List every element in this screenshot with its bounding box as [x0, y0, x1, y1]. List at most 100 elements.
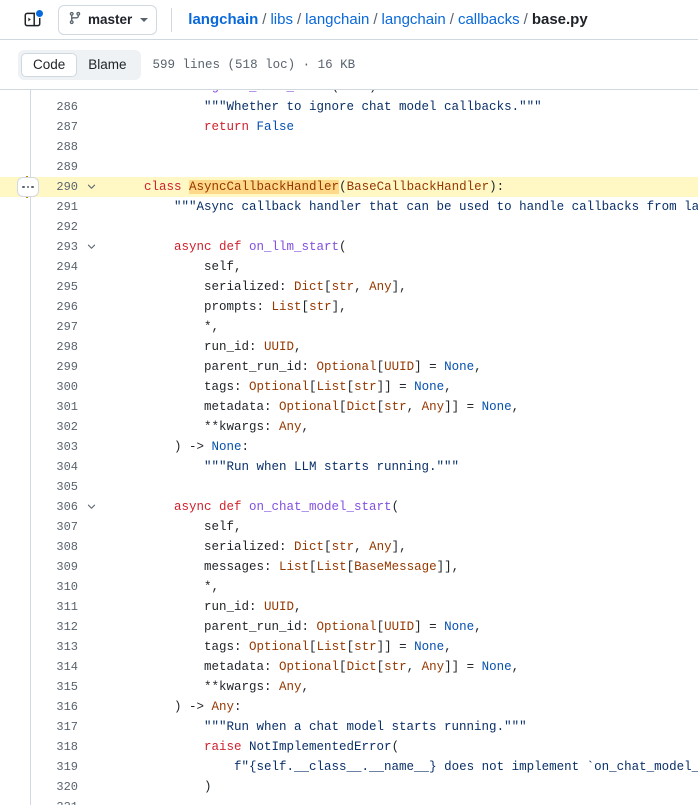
code-line: 297 *, [0, 317, 698, 337]
code-token: raise [204, 740, 249, 754]
line-number[interactable]: 303 [44, 437, 80, 457]
code-token: metadata: [114, 660, 279, 674]
code-token: """Run when a chat model starts running.… [204, 720, 527, 734]
line-number[interactable]: 310 [44, 577, 80, 597]
code-token: None [414, 640, 444, 654]
line-number[interactable]: 295 [44, 277, 80, 297]
line-number[interactable]: 314 [44, 657, 80, 677]
code-line: 312 parent_run_id: Optional[UUID] = None… [0, 617, 698, 637]
code-token: Dict [294, 280, 324, 294]
line-number[interactable]: 309 [44, 557, 80, 577]
code-token: [ [377, 400, 385, 414]
line-number[interactable]: 302 [44, 417, 80, 437]
line-number[interactable]: 297 [44, 317, 80, 337]
line-number[interactable]: 286 [44, 97, 80, 117]
breadcrumb-item-repo[interactable]: langchain [188, 11, 258, 28]
line-number[interactable]: 315 [44, 677, 80, 697]
line-number[interactable]: 287 [44, 117, 80, 137]
line-number[interactable]: 288 [44, 137, 80, 157]
line-number[interactable]: 317 [44, 717, 80, 737]
line-number[interactable]: 308 [44, 537, 80, 557]
line-number[interactable]: 299 [44, 357, 80, 377]
code-line-content: ) -> Any: [102, 697, 698, 717]
sidebar-expand-icon[interactable] [18, 6, 46, 34]
code-token: None [212, 440, 242, 454]
line-number[interactable]: 321 [44, 797, 80, 805]
line-gutter-marker [0, 277, 44, 297]
line-actions-kebab-icon[interactable] [17, 177, 39, 197]
line-gutter-marker [0, 737, 44, 757]
code-token: List [317, 380, 347, 394]
tab-code[interactable]: Code [21, 53, 77, 77]
line-number[interactable]: 307 [44, 517, 80, 537]
breadcrumb-item-langchain-1[interactable]: langchain [305, 11, 369, 28]
code-line-content: serialized: Dict[str, Any], [102, 277, 698, 297]
line-number[interactable]: 305 [44, 477, 80, 497]
line-number[interactable]: 319 [44, 757, 80, 777]
breadcrumb-item-libs[interactable]: libs [270, 11, 293, 28]
code-token: Optional [317, 360, 377, 374]
line-gutter-marker [0, 757, 44, 777]
breadcrumb-item-callbacks[interactable]: callbacks [458, 11, 520, 28]
line-number[interactable]: 301 [44, 397, 80, 417]
breadcrumb: langchain / libs / langchain / langchain… [188, 11, 587, 28]
fold-chevron-icon[interactable] [80, 237, 102, 257]
line-gutter-marker [0, 657, 44, 677]
line-number[interactable]: 316 [44, 697, 80, 717]
line-gutter-marker [0, 197, 44, 217]
code-line: 320 ) [0, 777, 698, 797]
code-viewer[interactable]: 285 def ignore_chat_model(self) -> bool:… [0, 89, 698, 805]
code-line: 291 """Async callback handler that can b… [0, 197, 698, 217]
line-number[interactable]: 290 [44, 177, 80, 197]
line-gutter-marker [0, 697, 44, 717]
line-number[interactable]: 291 [44, 197, 80, 217]
code-token: str [332, 280, 355, 294]
code-line-content: self, [102, 517, 698, 537]
line-number[interactable]: 311 [44, 597, 80, 617]
line-number[interactable]: 294 [44, 257, 80, 277]
fold-chevron-icon[interactable] [80, 177, 102, 197]
line-number[interactable]: 312 [44, 617, 80, 637]
line-number[interactable]: 292 [44, 217, 80, 237]
code-token: ] = [414, 620, 444, 634]
line-number[interactable]: 313 [44, 637, 80, 657]
code-line: 286 """Whether to ignore chat model call… [0, 97, 698, 117]
line-number[interactable]: 306 [44, 497, 80, 517]
code-line-content: parent_run_id: Optional[UUID] = None, [102, 357, 698, 377]
breadcrumb-separator: / [524, 11, 528, 28]
line-number[interactable]: 320 [44, 777, 80, 797]
line-gutter-marker [0, 177, 44, 197]
code-token: , [294, 600, 302, 614]
line-number[interactable]: 304 [44, 457, 80, 477]
line-number[interactable]: 293 [44, 237, 80, 257]
code-token: [ [324, 540, 332, 554]
code-line-content: messages: List[List[BaseMessage]], [102, 557, 698, 577]
tab-blame[interactable]: Blame [77, 53, 137, 77]
line-gutter-marker [0, 637, 44, 657]
breadcrumb-item-langchain-2[interactable]: langchain [382, 11, 446, 28]
code-line-content: metadata: Optional[Dict[str, Any]] = Non… [102, 397, 698, 417]
line-number[interactable]: 285 [44, 89, 80, 97]
code-token: *, [114, 320, 219, 334]
code-line-content: **kwargs: Any, [102, 677, 698, 697]
code-token: parent_run_id: [114, 620, 317, 634]
code-line: 295 serialized: Dict[str, Any], [0, 277, 698, 297]
code-token: [ [339, 660, 347, 674]
line-number[interactable]: 300 [44, 377, 80, 397]
code-token: , [512, 660, 520, 674]
code-line-content: """Async callback handler that can be us… [102, 197, 698, 217]
line-number[interactable]: 298 [44, 337, 80, 357]
file-meta-info: 599 lines (518 loc) · 16 KB [153, 58, 356, 72]
line-number[interactable]: 296 [44, 297, 80, 317]
code-line: 290 class AsyncCallbackHandler(BaseCallb… [0, 177, 698, 197]
code-token: , [294, 340, 302, 354]
line-number[interactable]: 289 [44, 157, 80, 177]
code-line: 305 [0, 477, 698, 497]
code-line: 289 [0, 157, 698, 177]
code-line-content: *, [102, 317, 698, 337]
code-token: ]] = [444, 400, 482, 414]
fold-chevron-icon[interactable] [80, 497, 102, 517]
branch-selector-button[interactable]: master [58, 5, 157, 35]
line-number[interactable]: 318 [44, 737, 80, 757]
code-token: str [384, 660, 407, 674]
